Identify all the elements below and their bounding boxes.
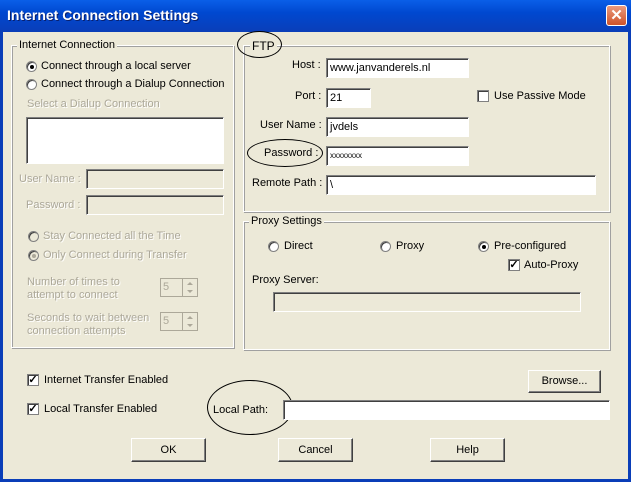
direct-radio[interactable] [268, 241, 279, 252]
internet-connection-legend: Internet Connection [17, 39, 118, 51]
attempts-stepper[interactable]: 5 [160, 278, 198, 297]
proxy-label[interactable]: Proxy [396, 240, 424, 252]
local-server-radio[interactable] [26, 61, 37, 72]
dialup-label[interactable]: Connect through a Dialup Connection [41, 78, 224, 90]
spin-up-icon [187, 282, 193, 285]
preconfigured-radio[interactable] [478, 241, 489, 252]
dialup-username-label: User Name : [19, 173, 81, 185]
auto-proxy-checkbox[interactable]: ✓ [508, 259, 520, 271]
seconds-stepper-buttons[interactable] [182, 313, 197, 330]
ftp-username-field[interactable]: jvdels [326, 117, 469, 137]
preconfigured-label[interactable]: Pre-configured [494, 240, 566, 252]
host-field[interactable]: www.janvanderels.nl [326, 58, 469, 78]
seconds-label-line1: Seconds to wait between [27, 312, 150, 324]
remote-path-label: Remote Path : [252, 177, 323, 189]
direct-label[interactable]: Direct [284, 240, 313, 252]
seconds-label-line2: connection attempts [27, 325, 126, 337]
attempts-value: 5 [163, 281, 170, 293]
port-label: Port : [295, 90, 322, 102]
seconds-stepper[interactable]: 5 [160, 312, 198, 331]
dialup-radio[interactable] [26, 79, 37, 90]
attempts-label-line2: attempt to connect [27, 289, 118, 301]
local-server-label[interactable]: Connect through a local server [41, 60, 191, 72]
stay-connected-label[interactable]: Stay Connected all the Time [43, 230, 181, 242]
local-transfer-label[interactable]: Local Transfer Enabled [44, 403, 157, 415]
only-connect-radio[interactable] [28, 250, 39, 261]
passive-mode-label[interactable]: Use Passive Mode [494, 90, 586, 102]
close-button[interactable]: ✕ [606, 5, 627, 26]
ftp-username-label: User Name : [260, 119, 322, 131]
help-button[interactable]: Help [430, 438, 505, 462]
local-path-field[interactable] [283, 400, 610, 420]
password-highlight-ellipse [247, 139, 323, 167]
window-frame-left [0, 32, 3, 482]
checkmark-icon: ✓ [28, 374, 38, 386]
port-field[interactable]: 21 [326, 88, 371, 108]
spin-up-icon [187, 316, 193, 319]
checkmark-icon: ✓ [28, 403, 38, 415]
proxy-settings-legend: Proxy Settings [249, 215, 324, 227]
window-title: Internet Connection Settings [7, 7, 199, 23]
dialup-password-label: Password : [26, 199, 81, 211]
passive-mode-checkbox[interactable] [477, 90, 489, 102]
spin-down-icon [187, 290, 193, 293]
close-icon: ✕ [610, 7, 623, 24]
local-transfer-checkbox[interactable]: ✓ [27, 403, 39, 415]
dialup-password-field[interactable] [86, 195, 224, 215]
auto-proxy-label[interactable]: Auto-Proxy [524, 259, 578, 271]
dialup-connection-list[interactable] [26, 117, 224, 164]
seconds-value: 5 [163, 315, 170, 327]
internet-transfer-label[interactable]: Internet Transfer Enabled [44, 374, 168, 386]
stay-connected-radio[interactable] [28, 231, 39, 242]
internet-transfer-checkbox[interactable]: ✓ [27, 374, 39, 386]
proxy-server-field[interactable] [273, 292, 581, 312]
attempts-label-line1: Number of times to [27, 276, 120, 288]
host-label: Host : [292, 59, 321, 71]
cancel-button[interactable]: Cancel [278, 438, 353, 462]
attempts-stepper-buttons[interactable] [182, 279, 197, 296]
checkmark-icon: ✓ [509, 259, 519, 271]
proxy-server-label: Proxy Server: [252, 274, 319, 286]
ok-button[interactable]: OK [131, 438, 206, 462]
remote-path-field[interactable]: \ [326, 175, 596, 195]
ftp-highlight-ellipse [237, 31, 282, 58]
proxy-radio[interactable] [380, 241, 391, 252]
dialup-username-field[interactable] [86, 169, 224, 189]
spin-down-icon [187, 324, 193, 327]
ftp-password-field[interactable]: xxxxxxxx [326, 146, 469, 166]
local-path-label: Local Path: [213, 404, 269, 416]
select-dialup-label: Select a Dialup Connection [27, 98, 160, 110]
only-connect-label[interactable]: Only Connect during Transfer [43, 249, 187, 261]
browse-button[interactable]: Browse... [528, 370, 601, 393]
